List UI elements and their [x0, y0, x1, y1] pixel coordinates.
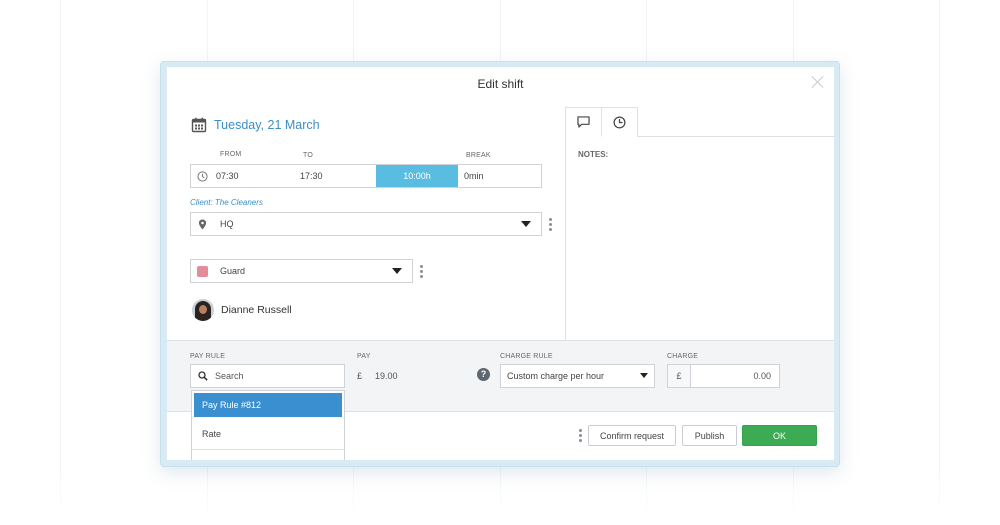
pay-rule-dropdown: Pay Rule #812 Rate: [191, 390, 345, 460]
comment-icon: [577, 116, 590, 128]
duration-badge: 10:00h: [376, 165, 458, 187]
shift-date[interactable]: Tuesday, 21 March: [191, 117, 320, 133]
modal-title: Edit shift: [477, 77, 524, 91]
employee-name: Dianne Russell: [221, 304, 292, 316]
location-pin-icon: [198, 219, 207, 229]
pay-rule-search-input[interactable]: Search: [190, 364, 345, 388]
break-label: BREAK: [466, 152, 491, 159]
to-time-input[interactable]: 17:30: [300, 171, 376, 181]
calendar-icon: [191, 117, 207, 133]
avatar: [192, 299, 214, 321]
dropdown-item-rate[interactable]: Rate: [192, 419, 344, 450]
help-icon[interactable]: ?: [477, 368, 490, 381]
client-label[interactable]: Client: The Cleaners: [190, 198, 263, 207]
charge-rule-select[interactable]: Custom charge per hour: [500, 364, 655, 388]
to-label: TO: [303, 152, 313, 159]
tab-history[interactable]: [602, 107, 638, 137]
notes-tabs: [566, 107, 638, 137]
footer-kebab-menu-icon[interactable]: [578, 429, 582, 443]
notes-label: NOTES:: [578, 150, 609, 159]
tab-notes[interactable]: [566, 107, 602, 137]
search-placeholder: Search: [215, 371, 244, 381]
charge-rule-value: Custom charge per hour: [507, 371, 605, 381]
charge-currency: £: [668, 365, 691, 387]
pay-currency: £: [357, 371, 363, 381]
charge-rule-label: CHARGE RULE: [500, 353, 553, 360]
publish-button[interactable]: Publish: [682, 425, 737, 446]
position-value: Guard: [220, 266, 246, 276]
charge-label: CHARGE: [667, 353, 699, 360]
position-kebab-menu-icon[interactable]: [419, 265, 423, 279]
close-icon[interactable]: [811, 75, 825, 89]
position-color-swatch: [197, 265, 208, 277]
time-range-field: 07:30 17:30 10:00h 0min: [190, 164, 542, 188]
chevron-down-icon: [521, 221, 531, 227]
chevron-down-icon: [392, 268, 402, 274]
charge-value: 0.00: [753, 371, 771, 381]
dropdown-item-pay-rule-812[interactable]: Pay Rule #812: [194, 393, 342, 417]
pay-value: 19.00: [375, 371, 398, 381]
charge-input[interactable]: £ 0.00: [667, 364, 780, 388]
notes-panel: NOTES:: [565, 107, 834, 340]
position-select[interactable]: Guard: [190, 259, 413, 283]
date-label: Tuesday, 21 March: [214, 118, 320, 132]
location-value: HQ: [220, 219, 234, 229]
break-input[interactable]: 0min: [458, 171, 484, 181]
from-label: FROM: [220, 151, 242, 158]
confirm-request-button[interactable]: Confirm request: [588, 425, 676, 446]
location-kebab-menu-icon[interactable]: [548, 218, 552, 232]
history-icon: [613, 116, 626, 129]
location-select[interactable]: HQ: [190, 212, 542, 236]
pay-label: PAY: [357, 353, 371, 360]
search-icon: [198, 371, 208, 381]
chevron-down-icon: [640, 373, 648, 378]
from-time-input[interactable]: 07:30: [216, 171, 300, 181]
edit-shift-modal: Edit shift Tuesday, 21 March FROM TO BRE…: [167, 67, 834, 460]
ok-button[interactable]: OK: [742, 425, 817, 446]
assigned-employee[interactable]: Dianne Russell: [192, 299, 292, 321]
clock-icon: [197, 170, 208, 182]
pay-rule-label: PAY RULE: [190, 353, 226, 360]
